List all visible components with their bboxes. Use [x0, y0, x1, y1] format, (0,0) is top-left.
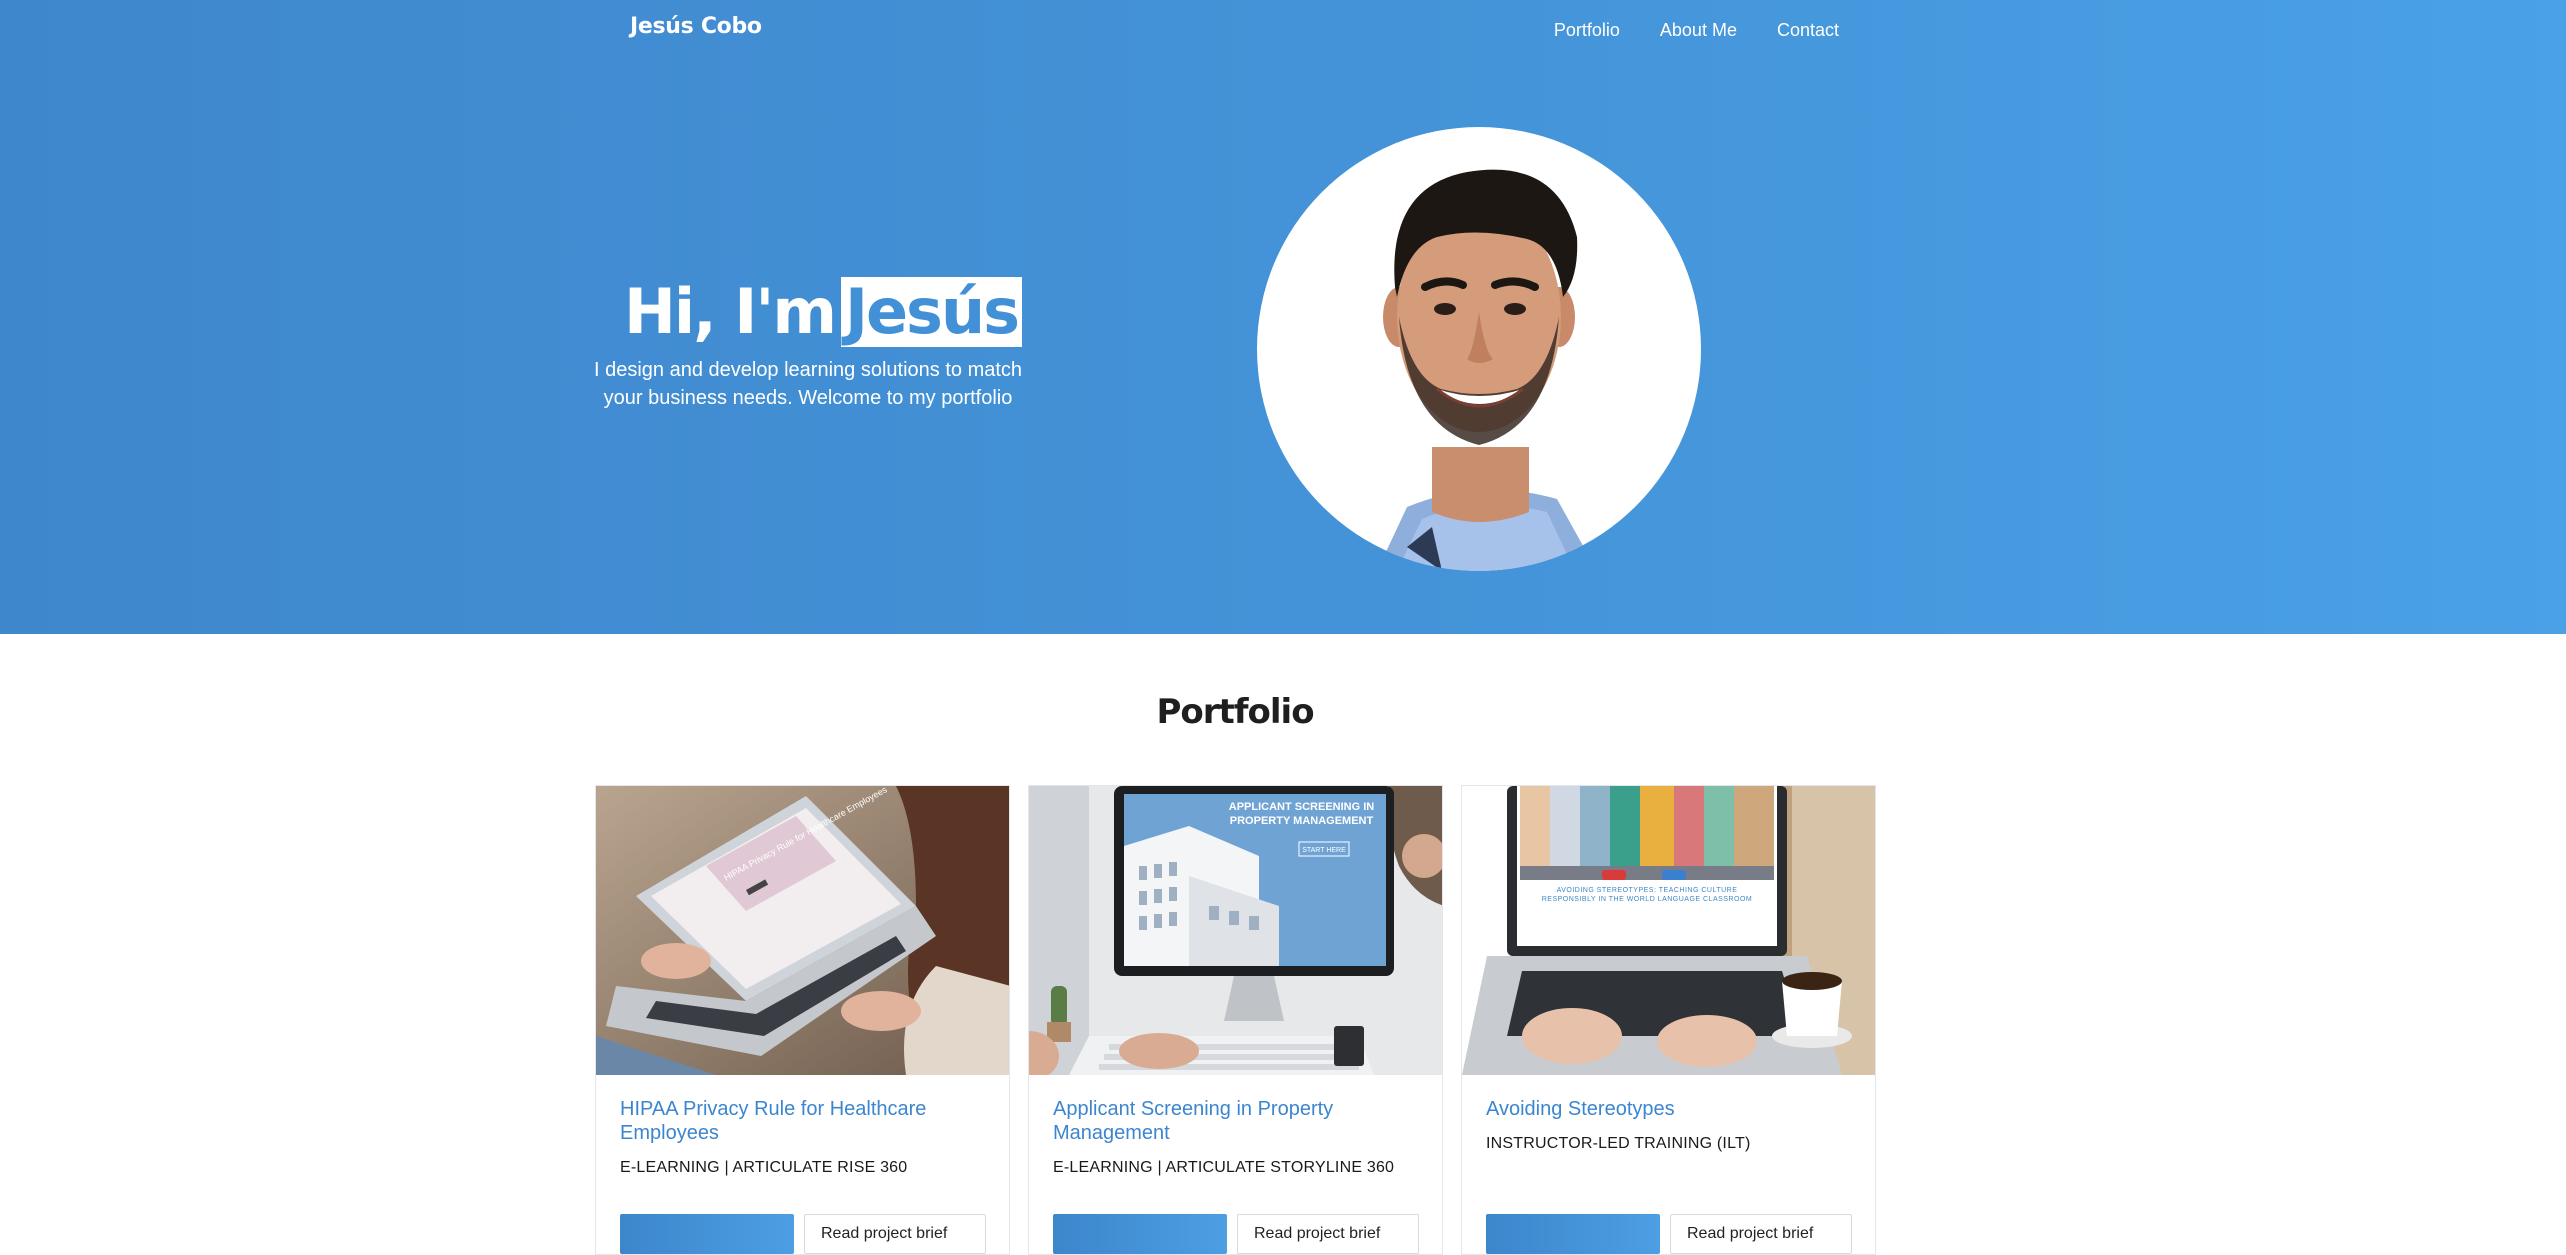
- portfolio-card-avoiding-stereotypes: AVOIDING STEREOTYPES: TEACHING CULTURE R…: [1461, 785, 1876, 1255]
- nav-portfolio[interactable]: Portfolio: [1554, 20, 1620, 41]
- main-nav: Portfolio About Me Contact: [1554, 20, 1839, 41]
- portfolio-card-hipaa: HIPAA Privacy Rule for Healthcare Employ…: [595, 785, 1010, 1255]
- card-actions: Read project brief: [1053, 1214, 1419, 1254]
- read-brief-button[interactable]: Read project brief: [1670, 1214, 1852, 1254]
- card-thumbnail[interactable]: APPLICANT SCREENING IN PROPERTY MANAGEME…: [1029, 786, 1442, 1075]
- laptop-on-lap-photo-icon: HIPAA Privacy Rule for Healthcare Employ…: [596, 786, 1009, 1075]
- hero-subtitle: I design and develop learning solutions …: [593, 359, 1023, 409]
- card-body: Avoiding Stereotypes INSTRUCTOR-LED TRAI…: [1462, 1075, 1875, 1154]
- laptop-with-coffee-photo-icon: AVOIDING STEREOTYPES: TEACHING CULTURE R…: [1462, 786, 1875, 1075]
- hero-title-prefix: Hi, I'm: [624, 275, 837, 348]
- hero-section: Jesús Cobo Portfolio About Me Contact Hi…: [0, 0, 2566, 634]
- view-project-button[interactable]: [620, 1214, 794, 1254]
- portrait-photo: [1377, 169, 1597, 571]
- view-project-button[interactable]: [1486, 1214, 1660, 1254]
- card-actions: Read project brief: [1486, 1214, 1852, 1254]
- portfolio-card-applicant-screening: APPLICANT SCREENING IN PROPERTY MANAGEME…: [1028, 785, 1443, 1255]
- card-body: HIPAA Privacy Rule for Healthcare Employ…: [596, 1075, 1009, 1178]
- card-title[interactable]: Applicant Screening in Property Manageme…: [1053, 1097, 1418, 1145]
- card-meta: E-LEARNING | ARTICULATE RISE 360: [620, 1159, 908, 1176]
- card-meta: E-LEARNING | ARTICULATE STORYLINE 360: [1053, 1159, 1395, 1176]
- card-title[interactable]: HIPAA Privacy Rule for Healthcare Employ…: [620, 1097, 985, 1145]
- desktop-monitor-photo-icon: APPLICANT SCREENING IN PROPERTY MANAGEME…: [1029, 786, 1442, 1075]
- card-title[interactable]: Avoiding Stereotypes: [1486, 1097, 1851, 1121]
- read-brief-button[interactable]: Read project brief: [1237, 1214, 1419, 1254]
- card-thumbnail[interactable]: AVOIDING STEREOTYPES: TEACHING CULTURE R…: [1462, 786, 1875, 1075]
- card3-screen-text: AVOIDING STEREOTYPES: TEACHING CULTURE R…: [1541, 887, 1753, 903]
- nav-about-me[interactable]: About Me: [1660, 20, 1737, 41]
- card-meta: INSTRUCTOR-LED TRAINING (ILT): [1486, 1135, 1751, 1152]
- card-actions: Read project brief: [620, 1214, 986, 1254]
- portfolio-heading: Portfolio: [1156, 692, 1314, 732]
- card2-screen-button: START HERE: [1302, 847, 1346, 854]
- hero-title-name-highlight: Jesús: [840, 277, 1023, 347]
- view-project-button[interactable]: [1053, 1214, 1227, 1254]
- brand-logo[interactable]: Jesús Cobo: [630, 14, 762, 39]
- card2-screen-text: APPLICANT SCREENING IN PROPERTY MANAGEME…: [1228, 801, 1375, 827]
- hero-title: Hi, I'm Jesús: [624, 275, 1023, 348]
- card-thumbnail[interactable]: HIPAA Privacy Rule for Healthcare Employ…: [596, 786, 1009, 1075]
- avatar: [1257, 127, 1701, 571]
- card-body: Applicant Screening in Property Manageme…: [1029, 1075, 1442, 1178]
- read-brief-button[interactable]: Read project brief: [804, 1214, 986, 1254]
- nav-contact[interactable]: Contact: [1777, 20, 1839, 41]
